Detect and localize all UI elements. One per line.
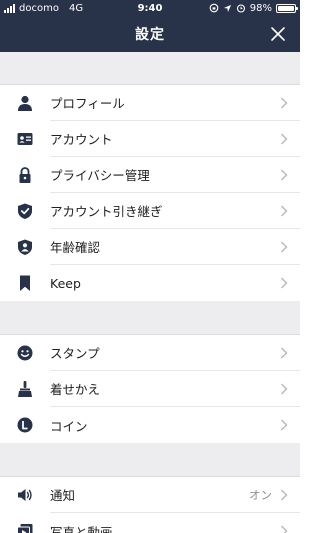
- settings-list: プロフィール アカウント プライバシー管理 アカウント引き継ぎ 年齢確認 Keep スタンプ…: [0, 52, 300, 533]
- battery-fill: [278, 5, 294, 11]
- lock-icon: [0, 166, 50, 184]
- chevron-right-icon: [281, 241, 288, 253]
- row-right: [280, 407, 288, 443]
- nav-bar: 設定: [0, 16, 300, 52]
- row-right: [280, 335, 288, 371]
- row-right: [280, 85, 288, 121]
- section-divider: [0, 52, 300, 85]
- chevron-right-icon: [281, 97, 288, 109]
- settings-row-label: コイン: [50, 418, 88, 434]
- header: docomo 4G 9:40 98% 設定: [0, 0, 300, 52]
- brush-icon: [0, 380, 50, 398]
- chevron-right-icon: [281, 419, 288, 431]
- settings-row[interactable]: コイン: [0, 407, 300, 443]
- battery-icon: [276, 3, 298, 13]
- settings-row-value: オン: [249, 488, 272, 502]
- settings-section: スタンプ 着せかえコイン: [0, 335, 300, 443]
- location-icon: [223, 4, 231, 12]
- coin-icon: [0, 416, 50, 434]
- speaker-icon: [0, 486, 50, 504]
- bookmark-icon: [0, 274, 50, 292]
- chevron-right-icon: [281, 525, 288, 533]
- chevron-right-icon: [281, 205, 288, 217]
- row-right: [280, 157, 288, 193]
- page-title: 設定: [135, 27, 165, 43]
- settings-row[interactable]: アカウント: [0, 121, 300, 157]
- row-right: オン: [249, 477, 288, 513]
- settings-row-label: プライバシー管理: [50, 157, 300, 193]
- settings-row-label: プロフィール: [50, 85, 300, 121]
- settings-row-label: スタンプ: [50, 335, 300, 371]
- person-icon: [0, 94, 50, 112]
- section-divider: [0, 301, 300, 335]
- status-bar: docomo 4G 9:40 98%: [0, 0, 300, 16]
- settings-row-label: 写真と動画: [50, 524, 113, 533]
- settings-row[interactable]: スタンプ: [0, 335, 300, 371]
- chevron-right-icon: [281, 277, 288, 289]
- settings-row-label: 年齢確認: [50, 229, 300, 265]
- chevron-right-icon: [281, 489, 288, 501]
- signal-strength-icon: [4, 3, 15, 13]
- section-divider: [0, 443, 300, 477]
- settings-row[interactable]: アカウント引き継ぎ: [0, 193, 300, 229]
- settings-row-label: アカウント引き継ぎ: [50, 193, 300, 229]
- settings-row-label: 着せかえ: [50, 371, 300, 407]
- row-right: [280, 371, 288, 407]
- settings-row[interactable]: Keep: [0, 265, 300, 301]
- settings-row[interactable]: 写真と動画: [0, 513, 300, 533]
- smiley-icon: [0, 344, 50, 362]
- row-right: [280, 121, 288, 157]
- carrier-label: docomo: [19, 2, 59, 14]
- row-right: [280, 193, 288, 229]
- chevron-right-icon: [281, 383, 288, 395]
- row-right: [280, 513, 288, 533]
- video-icon: [0, 522, 50, 533]
- network-label: 4G: [68, 2, 84, 14]
- status-right: 98%: [209, 2, 298, 14]
- settings-row[interactable]: プライバシー管理: [0, 157, 300, 193]
- settings-section: プロフィール アカウント プライバシー管理 アカウント引き継ぎ 年齢確認 Keep: [0, 85, 300, 301]
- settings-row-label: Keep: [50, 275, 81, 291]
- settings-row[interactable]: 通知 オン: [0, 477, 300, 513]
- shield-person-icon: [0, 238, 50, 256]
- settings-screen: docomo 4G 9:40 98% 設定 プロフィール アカウント プライバシ…: [0, 0, 300, 533]
- chevron-right-icon: [281, 169, 288, 181]
- settings-section: 通知 オン写真と動画: [0, 477, 300, 533]
- settings-row-label: アカウント: [50, 121, 300, 157]
- rotation-lock-icon: [209, 3, 219, 13]
- id-card-icon: [0, 130, 50, 148]
- battery-percent: 98%: [249, 2, 272, 14]
- row-right: [280, 265, 288, 301]
- settings-row[interactable]: 年齢確認: [0, 229, 300, 265]
- close-icon[interactable]: [268, 24, 288, 44]
- chevron-right-icon: [281, 133, 288, 145]
- settings-row[interactable]: プロフィール: [0, 85, 300, 121]
- shield-check-icon: [0, 202, 50, 220]
- row-right: [280, 229, 288, 265]
- settings-row[interactable]: 着せかえ: [0, 371, 300, 407]
- chevron-right-icon: [281, 347, 288, 359]
- status-left: docomo 4G: [4, 3, 83, 14]
- alarm-icon: [236, 4, 245, 13]
